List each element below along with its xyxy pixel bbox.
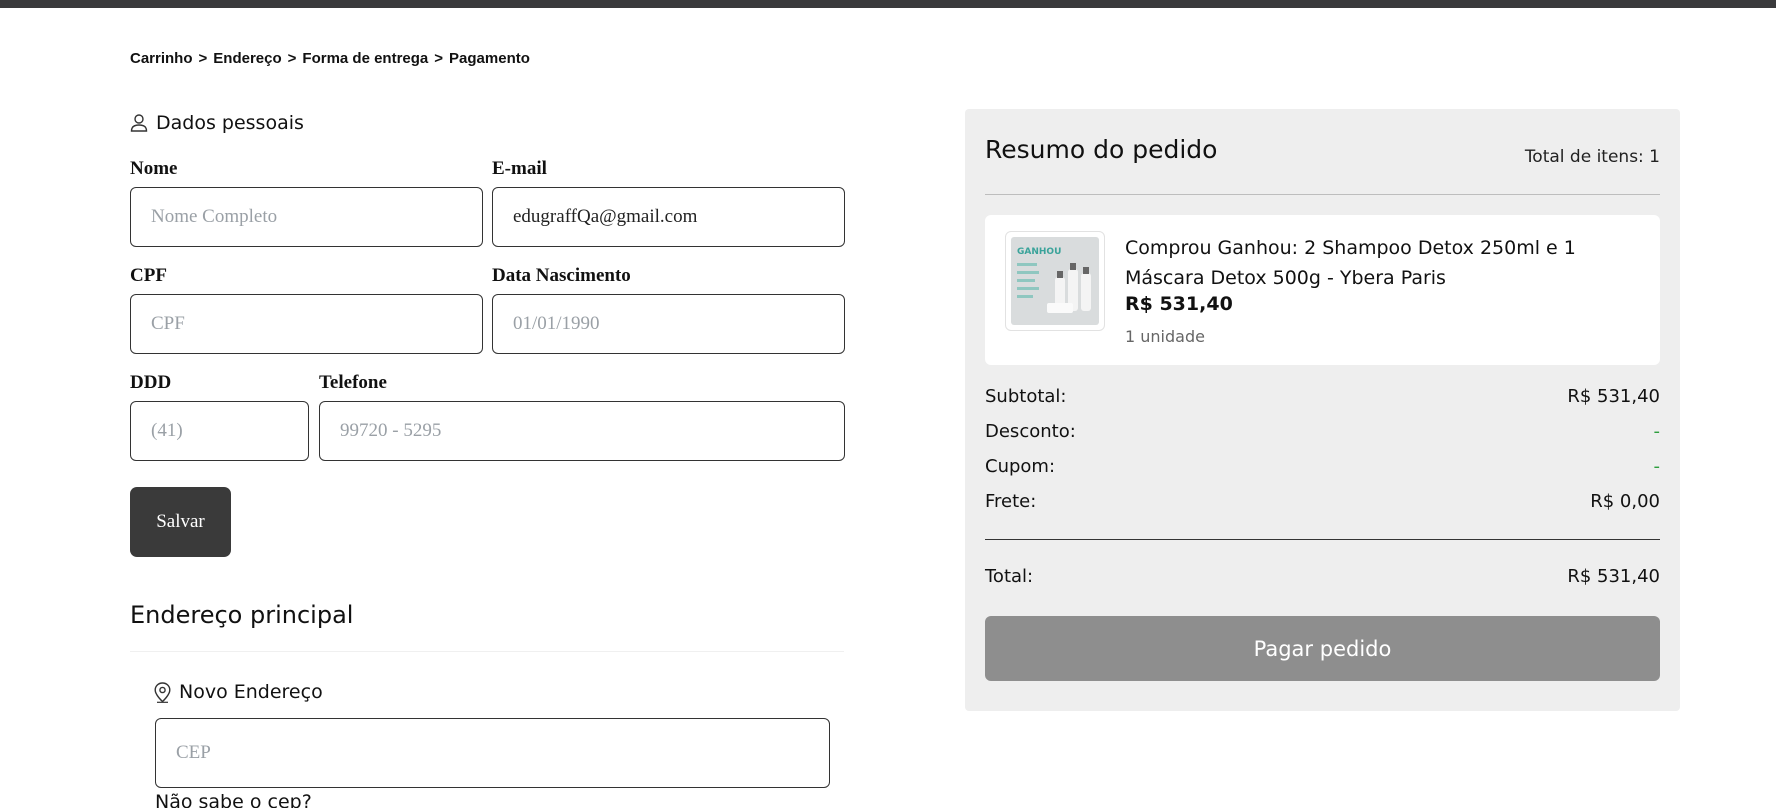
phone-input[interactable] [319,401,845,461]
breadcrumb-separator: > [287,50,297,67]
main-address-title: Endereço principal [130,601,354,629]
save-button[interactable]: Salvar [130,487,231,557]
product-quantity: 1 unidade [1125,327,1205,346]
coupon-label: Cupom: [985,456,1056,477]
birth-date-label: Data Nascimento [492,265,631,286]
product-thumbnail[interactable]: GANHOU [1005,231,1105,331]
phone-label: Telefone [319,372,387,393]
total-row: Total: R$ 531,40 [985,566,1660,587]
subtotal-value: R$ 531,40 [1567,386,1660,407]
shipping-label: Frete: [985,491,1037,512]
pay-order-button[interactable]: Pagar pedido [985,616,1660,681]
shipping-value: R$ 0,00 [1590,491,1660,512]
total-items-count: Total de itens: 1 [1524,147,1660,167]
order-summary-title: Resumo do pedido [985,135,1218,164]
cart-item-card: GANHOU Comprou Ganhou: 2 Shampoo Detox 2… [985,215,1660,365]
cpf-label: CPF [130,265,167,286]
cpf-input[interactable] [130,294,483,354]
cep-input[interactable] [155,718,830,788]
discount-value: - [1653,421,1661,442]
total-divider [985,539,1660,540]
breadcrumb-separator: > [198,50,208,67]
email-input[interactable] [492,187,845,247]
coupon-row: Cupom: - [985,456,1660,477]
personal-data-header: Dados pessoais [130,112,304,134]
email-label: E-mail [492,158,547,179]
breadcrumb-item-address[interactable]: Endereço [213,50,281,67]
new-address-title: Novo Endereço [179,681,323,703]
order-summary-panel: Resumo do pedido Total de itens: 1 GANHO… [965,109,1680,711]
name-label: Nome [130,158,178,179]
user-icon [130,114,148,132]
total-value: R$ 531,40 [1567,566,1660,587]
ddd-label: DDD [130,372,172,393]
address-divider [130,651,844,652]
breadcrumb-item-shipping[interactable]: Forma de entrega [302,50,428,67]
discount-row: Desconto: - [985,421,1660,442]
breadcrumb-item-cart[interactable]: Carrinho [130,50,193,67]
total-label: Total: [985,566,1034,587]
ddd-input[interactable] [130,401,309,461]
product-bottles-icon [1017,263,1091,313]
no-cep-link[interactable]: Não sabe o cep? [155,791,312,808]
product-price: R$ 531,40 [1125,293,1233,315]
product-image: GANHOU [1011,237,1099,325]
discount-label: Desconto: [985,421,1076,442]
summary-divider [985,194,1660,195]
name-input[interactable] [130,187,483,247]
birth-date-input[interactable] [492,294,845,354]
subtotal-label: Subtotal: [985,386,1067,407]
personal-data-title: Dados pessoais [156,112,304,134]
shipping-row: Frete: R$ 0,00 [985,491,1660,512]
top-bar [0,0,1776,8]
breadcrumb: Carrinho > Endereço > Forma de entrega >… [130,50,530,67]
product-name[interactable]: Comprou Ganhou: 2 Shampoo Detox 250ml e … [1125,233,1645,293]
subtotal-row: Subtotal: R$ 531,40 [985,386,1660,407]
breadcrumb-separator: > [434,50,444,67]
coupon-value: - [1653,456,1661,477]
location-pin-icon [154,681,171,703]
breadcrumb-item-payment[interactable]: Pagamento [449,50,530,67]
new-address-header: Novo Endereço [154,681,323,703]
